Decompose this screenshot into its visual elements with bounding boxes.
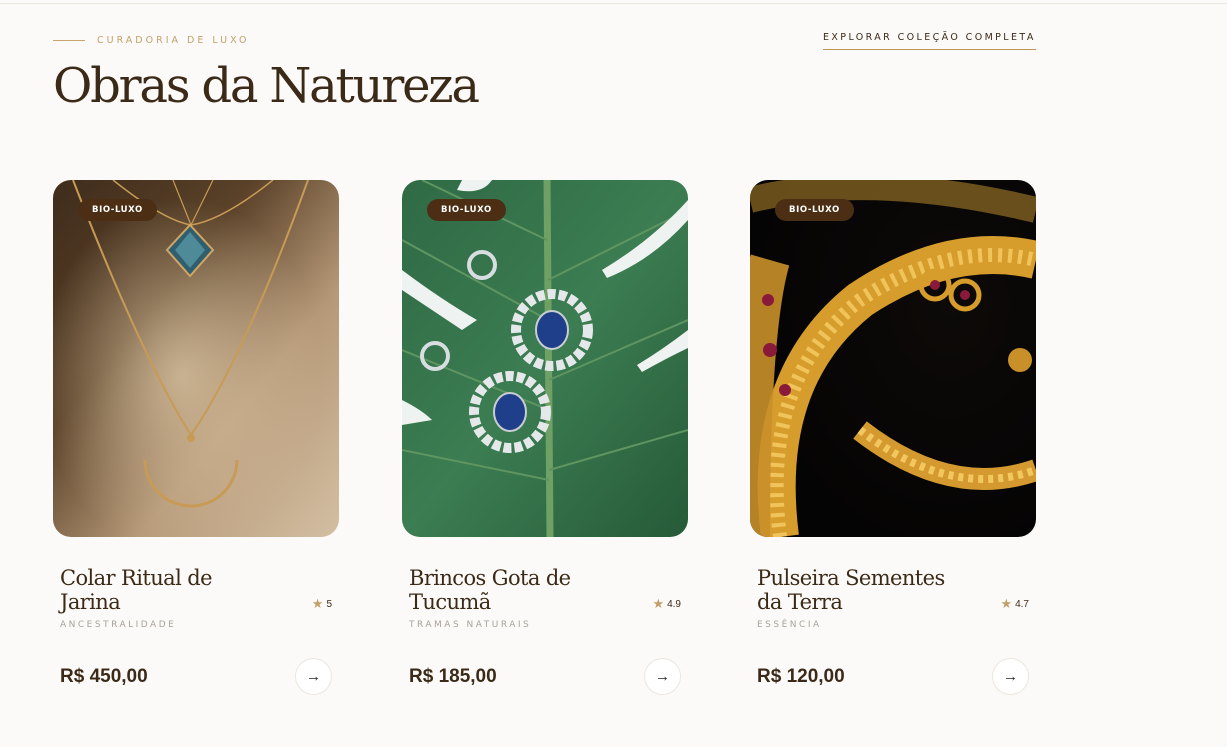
bio-luxo-badge: BIO-LUXO xyxy=(775,199,854,221)
product-image[interactable]: BIO-LUXO xyxy=(750,180,1036,537)
product-rating: ★ 4.7 xyxy=(1000,596,1029,612)
bracelet-photo xyxy=(750,180,1036,537)
view-product-button[interactable]: → xyxy=(644,658,681,695)
rating-value: 5 xyxy=(326,598,332,610)
product-category: ANCESTRALIDADE xyxy=(60,620,177,630)
section-eyebrow: CURADORIA DE LUXO xyxy=(53,35,250,46)
view-product-button[interactable]: → xyxy=(295,658,332,695)
product-image[interactable]: BIO-LUXO xyxy=(402,180,688,537)
product-image[interactable]: BIO-LUXO xyxy=(53,180,339,537)
product-name[interactable]: Brincos Gota de Tucumã xyxy=(409,566,609,614)
product-card[interactable]: BIO-LUXO Brincos Gota de Tucumã ★ 4.9 TR… xyxy=(402,180,688,695)
product-name[interactable]: Pulseira Sementes da Terra xyxy=(757,566,957,614)
arrow-right-icon: → xyxy=(1003,668,1018,685)
product-card[interactable]: BIO-LUXO Colar Ritual de Jarina ★ 5 ANCE… xyxy=(53,180,339,695)
product-category: ESSÊNCIA xyxy=(757,620,822,630)
rating-value: 4.7 xyxy=(1015,598,1029,610)
star-icon: ★ xyxy=(1000,596,1013,611)
view-product-button[interactable]: → xyxy=(992,658,1029,695)
product-price: R$ 450,00 xyxy=(60,665,148,687)
star-icon: ★ xyxy=(652,596,665,611)
top-divider xyxy=(0,3,1227,4)
eyebrow-rule xyxy=(53,40,85,41)
arrow-right-icon: → xyxy=(306,668,321,685)
bio-luxo-badge: BIO-LUXO xyxy=(78,199,157,221)
product-price: R$ 185,00 xyxy=(409,665,497,687)
product-name[interactable]: Colar Ritual de Jarina xyxy=(60,566,260,614)
product-rating: ★ 5 xyxy=(312,596,332,612)
bio-luxo-badge: BIO-LUXO xyxy=(427,199,506,221)
rating-value: 4.9 xyxy=(667,598,681,610)
product-price: R$ 120,00 xyxy=(757,665,845,687)
product-rating: ★ 4.9 xyxy=(652,596,681,612)
arrow-right-icon: → xyxy=(655,668,670,685)
explore-collection-link[interactable]: EXPLORAR COLEÇÃO COMPLETA xyxy=(823,32,1036,50)
necklace-photo xyxy=(53,180,339,537)
product-card[interactable]: BIO-LUXO Pulseira Sementes da Terra ★ 4.… xyxy=(750,180,1036,695)
product-category: TRAMAS NATURAIS xyxy=(409,620,532,630)
eyebrow-label: CURADORIA DE LUXO xyxy=(97,35,250,46)
earrings-photo xyxy=(402,180,688,537)
star-icon: ★ xyxy=(311,596,324,611)
page-title: Obras da Natureza xyxy=(53,58,480,114)
